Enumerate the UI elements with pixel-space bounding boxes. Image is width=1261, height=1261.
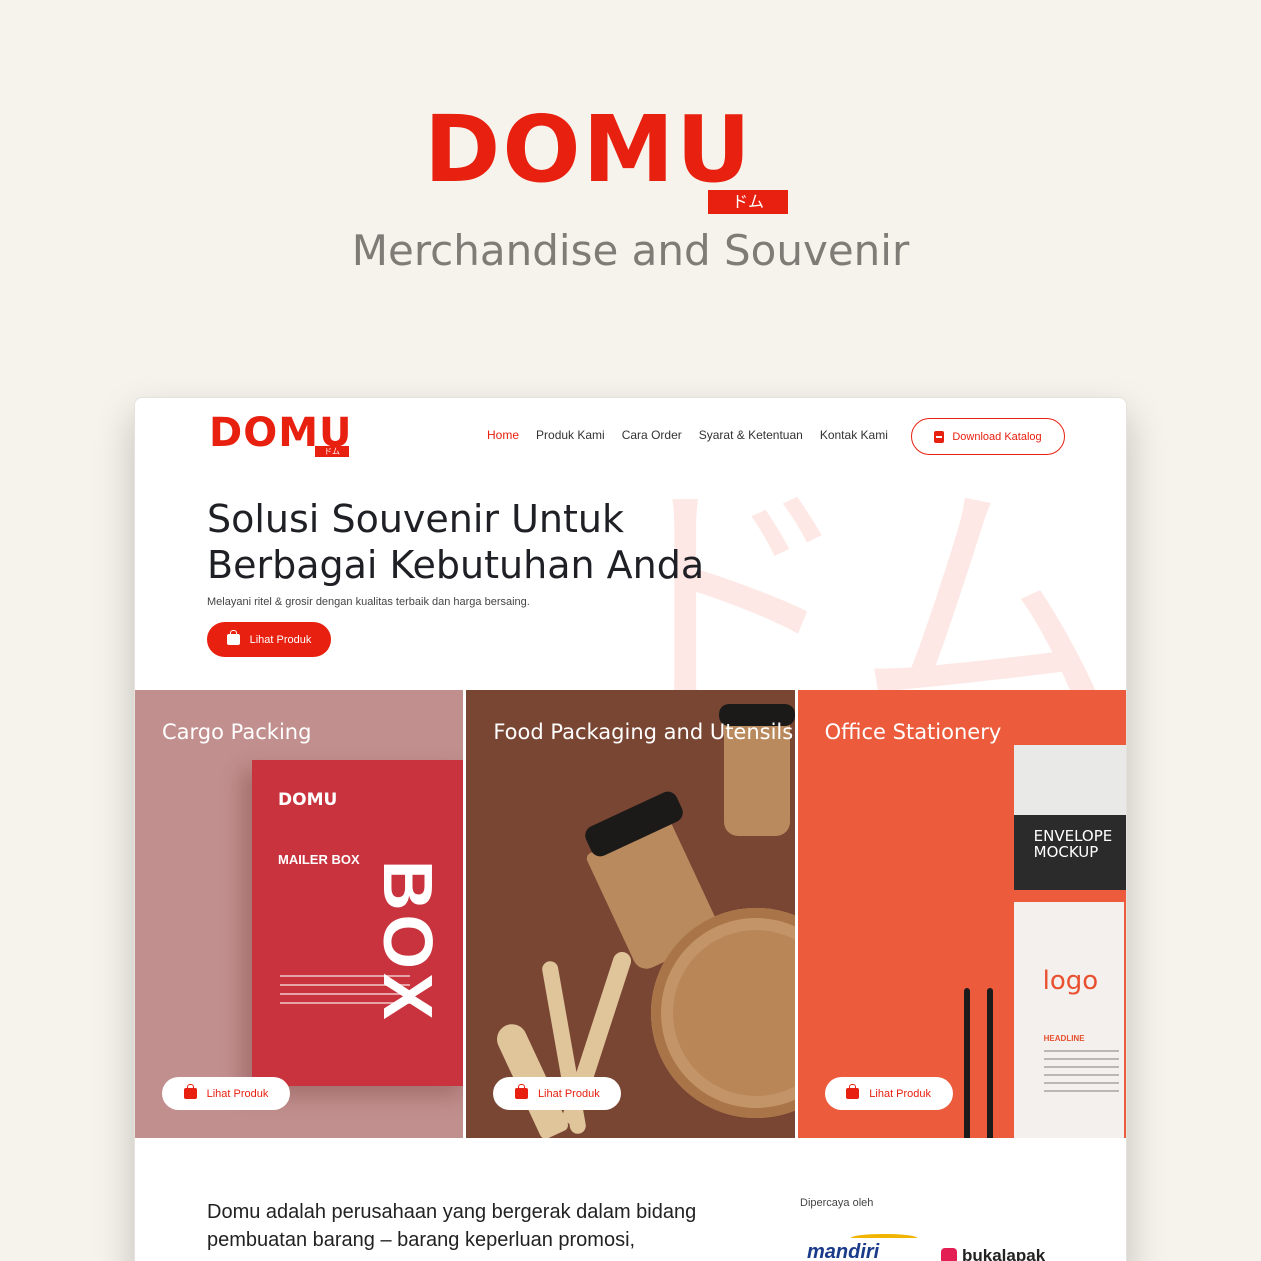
hero-title: Solusi Souvenir Untuk Berbagai Kebutuhan…: [207, 497, 705, 587]
partner-logo-mandiri: mandiri: [807, 1241, 880, 1261]
shopping-bag-icon: [514, 1084, 528, 1099]
envelope-mockup-text: ENVELOPE MOCKUP: [1033, 827, 1113, 861]
card-button-label: Lihat Produk: [206, 1087, 269, 1100]
bukalapak-icon: [941, 1248, 957, 1261]
pencil-image: [986, 988, 993, 1138]
nav-links: Home Produk Kami Cara Order Syarat & Ket…: [487, 428, 905, 442]
nav-link-kontak-kami[interactable]: Kontak Kami: [820, 428, 888, 442]
category-card-office-stationery[interactable]: ENVELOPE MOCKUP logo HEADLINE Office Sta…: [797, 690, 1126, 1138]
nav-link-syarat-ketentuan[interactable]: Syarat & Ketentuan: [699, 428, 803, 442]
paper-text-lines: [1043, 1050, 1119, 1098]
mailer-box-label: MAILER BOX: [278, 852, 360, 867]
pencil-image: [963, 988, 970, 1138]
showcase-logo: DOMU ドム: [420, 100, 800, 218]
shopping-bag-icon: [846, 1084, 860, 1099]
nav-link-produk-kami[interactable]: Produk Kami: [536, 428, 605, 442]
card-lihat-produk-button[interactable]: Lihat Produk: [824, 1077, 953, 1110]
card-button-label: Lihat Produk: [869, 1087, 932, 1100]
card-title: Food Packaging and Utensils: [493, 720, 794, 744]
mailer-box-big-text: BOX: [369, 860, 447, 1024]
website-frame: DOMU ドム Home Produk Kami Cara Order Syar…: [134, 397, 1127, 1261]
showcase-tagline: Merchandise and Souvenir: [351, 226, 910, 275]
category-card-cargo-packing[interactable]: DOMU MAILER BOX BOX Cargo Packing Lihat …: [135, 690, 464, 1138]
paper-logo-text: logo: [1042, 966, 1099, 996]
category-card-food-packaging[interactable]: Food Packaging and Utensils Lihat Produk: [466, 690, 795, 1138]
card-lihat-produk-button[interactable]: Lihat Produk: [493, 1077, 622, 1110]
card-lihat-produk-button[interactable]: Lihat Produk: [162, 1077, 290, 1110]
paper-headline-text: HEADLINE: [1043, 1034, 1085, 1043]
partner-logo-bukalapak: bukalapak: [941, 1246, 1045, 1261]
nav-logo[interactable]: DOMU ドム: [209, 412, 359, 460]
hero-button-label: Lihat Produk: [249, 633, 312, 646]
mailer-box-image: DOMU MAILER BOX BOX: [252, 760, 464, 1086]
card-title: Office Stationery: [824, 720, 1002, 744]
document-icon: [934, 430, 945, 443]
card-title: Cargo Packing: [162, 720, 312, 744]
card-button-label: Lihat Produk: [537, 1087, 600, 1100]
category-cards: DOMU MAILER BOX BOX Cargo Packing Lihat …: [135, 690, 1126, 1138]
bukalapak-text: bukalapak: [962, 1246, 1046, 1261]
mailer-box-logo: DOMU: [278, 790, 338, 810]
trusted-by-label: Dipercaya oleh: [800, 1197, 874, 1209]
nav-logo-katakana: ドム: [315, 446, 349, 457]
showcase-logo-word: DOMU: [424, 96, 753, 203]
nav-link-home[interactable]: Home: [487, 428, 519, 442]
nav-link-cara-order[interactable]: Cara Order: [622, 428, 682, 442]
shopping-bag-icon: [226, 630, 240, 645]
letterhead-paper-image: [1013, 902, 1124, 1138]
shopping-bag-icon: [183, 1084, 197, 1099]
hero-subtitle: Melayani ritel & grosir dengan kualitas …: [207, 596, 530, 608]
download-katalog-label: Download Katalog: [952, 430, 1042, 443]
download-katalog-button[interactable]: Download Katalog: [911, 418, 1065, 455]
envelope-flap: [1013, 745, 1126, 815]
showcase-logo-katakana: ドム: [708, 190, 788, 214]
hero-lihat-produk-button[interactable]: Lihat Produk: [207, 622, 331, 657]
about-text: Domu adalah perusahaan yang bergerak dal…: [207, 1201, 697, 1251]
